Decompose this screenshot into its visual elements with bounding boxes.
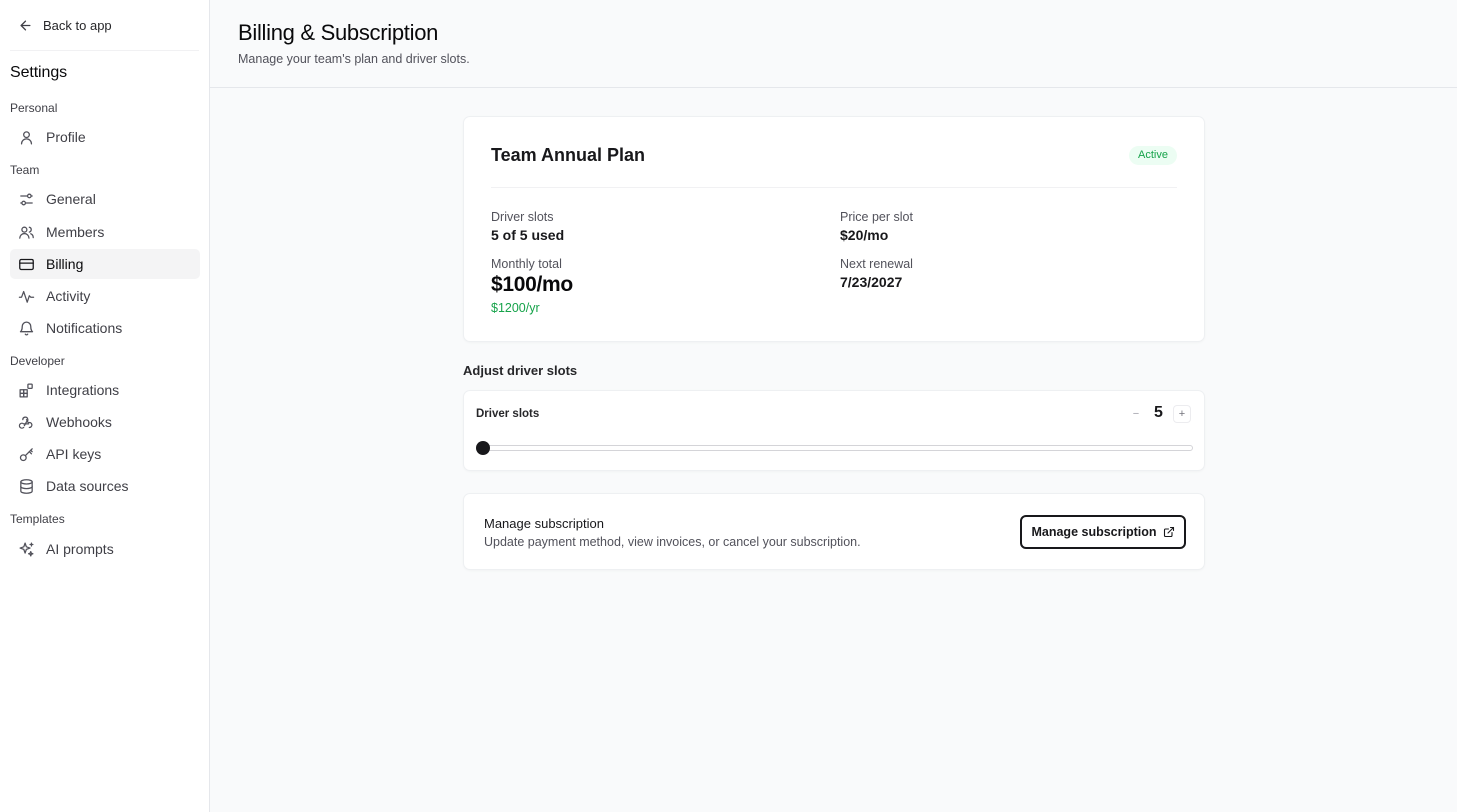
sparkles-icon — [19, 541, 34, 557]
driver-slots-card: Driver slots − 5 + — [463, 390, 1205, 471]
user-icon — [20, 130, 33, 145]
sidebar-item-integrations[interactable]: Integrations — [10, 375, 200, 405]
driver-slots-label: Driver slots — [491, 210, 554, 224]
monthly-total-label: Monthly total — [491, 257, 562, 271]
driver-slots-count: 5 — [1154, 404, 1163, 421]
page-title: Billing & Subscription — [238, 20, 439, 45]
next-renewal-label: Next renewal — [840, 257, 913, 271]
sidebar-item-general[interactable]: General — [10, 184, 200, 214]
driver-slots-control-label: Driver slots — [476, 408, 540, 420]
sliders-icon — [20, 193, 33, 205]
increment-button[interactable]: + — [1173, 405, 1191, 423]
status-badge: Active — [1129, 146, 1177, 165]
sidebar-item-ai-prompts[interactable]: AI prompts — [10, 534, 200, 564]
decrement-button[interactable]: − — [1127, 405, 1145, 423]
sidebar-item-label: Integrations — [46, 382, 120, 398]
sidebar-item-label: Billing — [46, 256, 84, 272]
manage-subscription-button-label: Manage subscription — [1031, 525, 1157, 539]
group-label-developer: Developer — [10, 354, 65, 368]
sidebar-title: Settings — [10, 64, 68, 81]
database-icon — [20, 478, 33, 494]
sidebar-item-label: Activity — [46, 288, 91, 304]
sidebar-item-label: General — [46, 191, 96, 207]
group-label-templates: Templates — [10, 512, 65, 526]
sidebar-divider — [10, 50, 199, 51]
activity-icon — [18, 290, 35, 303]
manage-subscription-card: Manage subscription Update payment metho… — [463, 493, 1205, 570]
plan-name: Team Annual Plan — [491, 145, 646, 165]
sidebar-item-activity[interactable]: Activity — [10, 281, 200, 311]
monthly-total-value: $100/mo — [491, 273, 573, 296]
users-icon — [19, 226, 34, 239]
group-label-personal: Personal — [10, 101, 58, 115]
price-per-slot-value: $20/mo — [840, 227, 889, 243]
sidebar-item-label: API keys — [46, 446, 102, 462]
arrow-left-icon — [20, 20, 31, 30]
sidebar-item-label: Profile — [46, 129, 86, 145]
key-icon — [19, 447, 33, 461]
back-to-app-label: Back to app — [43, 17, 112, 33]
sidebar-item-label: Notifications — [46, 320, 123, 336]
plan-card: Team Annual Plan Active Driver slots 5 o… — [463, 116, 1205, 342]
manage-subscription-description: Update payment method, view invoices, or… — [484, 535, 861, 549]
driver-slots-slider-thumb[interactable] — [476, 441, 490, 455]
driver-slots-slider-track[interactable] — [482, 445, 1193, 451]
manage-subscription-button[interactable]: Manage subscription — [1020, 515, 1186, 549]
bell-icon — [19, 320, 34, 335]
sidebar-item-label: Data sources — [46, 478, 129, 494]
back-to-app-link[interactable]: Back to app — [18, 14, 112, 36]
sidebar-item-label: Members — [46, 224, 105, 240]
sidebar-item-label: AI prompts — [46, 541, 114, 557]
sidebar-item-data-sources[interactable]: Data sources — [10, 471, 200, 501]
yearly-total-value: $1200/yr — [491, 301, 540, 315]
external-link-icon — [1163, 526, 1174, 538]
sidebar-item-webhooks[interactable]: Webhooks — [10, 407, 200, 437]
sidebar-item-members[interactable]: Members — [10, 217, 200, 247]
adjust-slots-title: Adjust driver slots — [463, 363, 578, 378]
next-renewal-value: 7/23/2027 — [840, 274, 903, 290]
sidebar-item-profile[interactable]: Profile — [10, 122, 200, 152]
driver-slots-value: 5 of 5 used — [491, 227, 565, 243]
group-label-team: Team — [10, 163, 40, 177]
sidebar-item-api-keys[interactable]: API keys — [10, 439, 200, 469]
page-header: Billing & Subscription Manage your team'… — [210, 0, 1457, 88]
webhook-icon — [18, 416, 33, 429]
sidebar-item-billing[interactable]: Billing — [10, 249, 200, 279]
settings-sidebar: Back to app Settings Personal Profile Te… — [0, 0, 210, 812]
blocks-icon — [19, 382, 33, 398]
sidebar-item-notifications[interactable]: Notifications — [10, 313, 200, 343]
price-per-slot-label: Price per slot — [840, 210, 913, 224]
sidebar-item-label: Webhooks — [46, 414, 112, 430]
credit-card-icon — [19, 258, 34, 270]
plan-divider — [491, 187, 1177, 188]
page-subtitle: Manage your team's plan and driver slots… — [238, 52, 470, 66]
manage-subscription-title: Manage subscription — [484, 516, 604, 531]
